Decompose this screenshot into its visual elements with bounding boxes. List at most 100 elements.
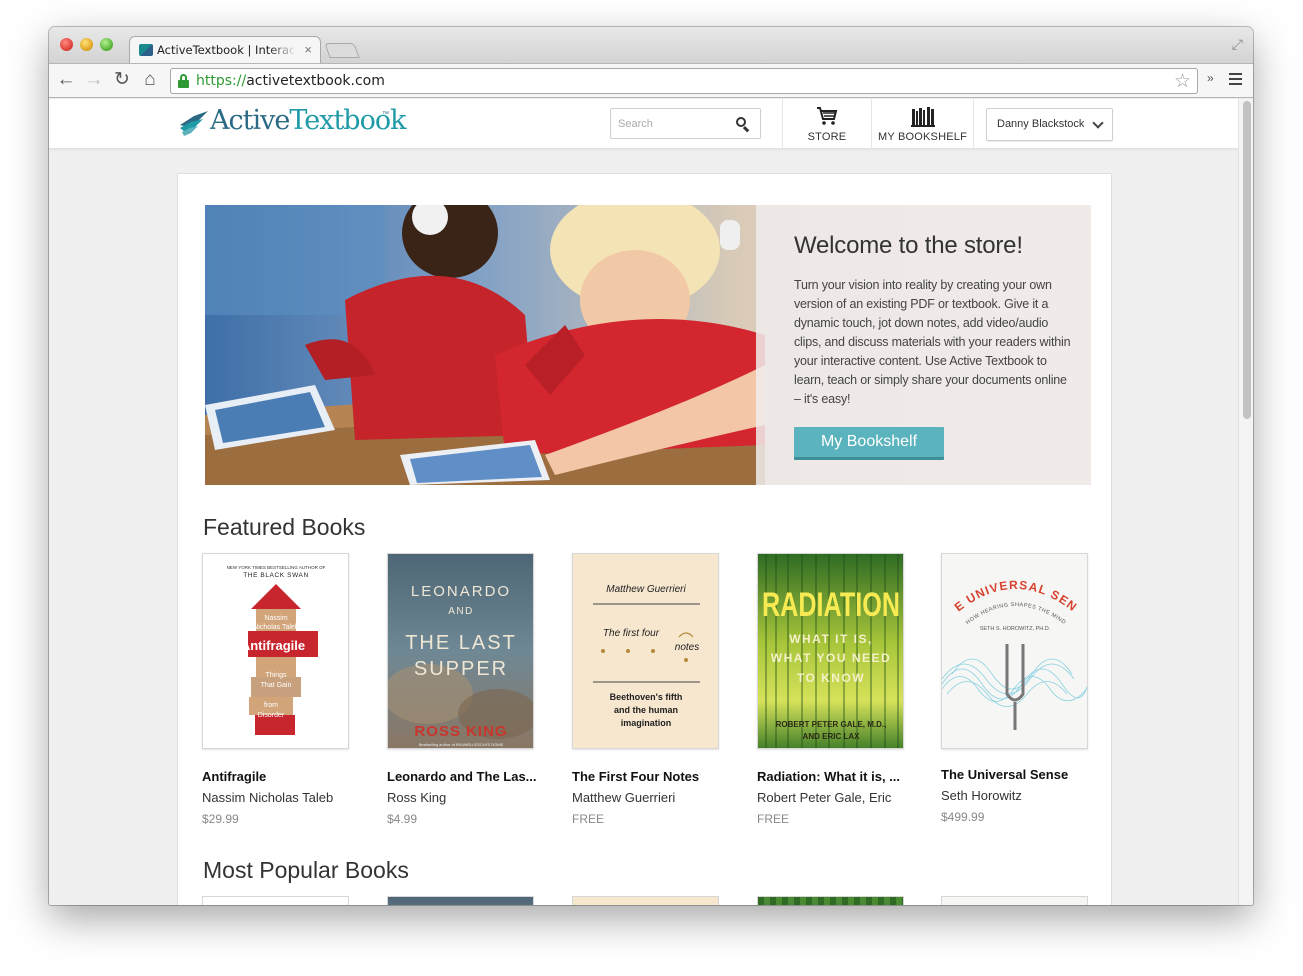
site-header: ActiveTextbook ™ STORE	[49, 99, 1238, 149]
book-author: Seth Horowitz	[941, 788, 1022, 803]
book-price: $29.99	[202, 812, 239, 826]
close-window-icon[interactable]	[60, 38, 73, 51]
browser-toolbar: ← → ↻ ⌂ https://activetextbook.com ☆ »	[49, 63, 1253, 98]
hero-text-panel: Welcome to the store! Turn your vision i…	[756, 205, 1091, 485]
minimize-window-icon[interactable]	[80, 38, 93, 51]
cover-text: LEONARDO	[411, 583, 511, 600]
cover-text: Beethoven's fifth	[610, 692, 683, 702]
user-dropdown[interactable]: Danny Blackstock	[986, 108, 1113, 141]
book-title[interactable]: Antifragile	[202, 769, 352, 784]
search-input[interactable]	[612, 110, 732, 137]
lock-icon	[178, 74, 189, 88]
url-text[interactable]: https://activetextbook.com	[196, 73, 385, 89]
zoom-window-icon[interactable]	[100, 38, 113, 51]
tab-title: ActiveTextbook | Interactive	[157, 43, 297, 57]
browser-menu-icon[interactable]	[1229, 73, 1242, 88]
logo-book-icon	[180, 111, 208, 136]
book-price: $499.99	[941, 810, 985, 824]
cover-text: ROSS KING	[414, 723, 507, 740]
forward-arrow-icon[interactable]: →	[83, 69, 105, 91]
logo-text: ActiveTextbook	[210, 105, 406, 136]
extensions-chevron-icon[interactable]: »	[1207, 71, 1214, 85]
nav-my-bookshelf[interactable]: MY BOOKSHELF	[871, 99, 974, 149]
cover-text: notes	[675, 642, 699, 653]
book-cover[interactable]: Matthew Guerrieri The first four notes B…	[572, 553, 719, 749]
search-box	[610, 108, 761, 139]
scrollbar-thumb[interactable]	[1243, 101, 1251, 419]
book-cover[interactable]: RADIATION WHAT IT IS, WHAT YOU NEED TO K…	[757, 553, 904, 749]
bookshelf-icon	[911, 107, 935, 127]
nav-store-label: STORE	[807, 131, 847, 143]
browser-titlebar: ActiveTextbook | Interactive × ⤢	[49, 27, 1253, 64]
cover-text: TO KNOW	[797, 671, 865, 685]
search-icon[interactable]	[736, 117, 750, 133]
cover-text: imagination	[621, 718, 672, 728]
cover-text: NEW YORK TIMES BESTSELLING AUTHOR OF	[227, 565, 326, 570]
cover-text: Antifragile	[241, 638, 305, 653]
cover-text: Things	[265, 672, 287, 679]
book-price: $4.99	[387, 812, 418, 826]
book-author: Robert Peter Gale, Eric	[757, 790, 892, 805]
book-title[interactable]: The Universal Sense	[941, 767, 1091, 782]
book-title[interactable]: The First Four Notes	[572, 769, 722, 784]
book-title[interactable]: Radiation: What it is, ...	[757, 769, 907, 784]
antifragile-cover-art: NEW YORK TIMES BESTSELLING AUTHOR OF THE…	[227, 565, 326, 735]
logo-trademark: ™	[382, 111, 389, 118]
address-bar[interactable]: https://activetextbook.com ☆	[170, 68, 1198, 94]
featured-books-heading: Featured Books	[203, 514, 366, 540]
my-bookshelf-button[interactable]: My Bookshelf	[794, 427, 944, 460]
book-cover[interactable]: THE UNIVERSAL SENSE HOW HEARING SHAPES T…	[941, 553, 1088, 749]
cover-text: AND ERIC LAX	[803, 732, 861, 741]
cover-text: and the human	[614, 705, 678, 715]
leonardo-cover-art: LEONARDO AND THE LAST SUPPER ROSS KING B…	[388, 554, 533, 748]
popular-book-cover[interactable]	[572, 896, 719, 905]
nav-store[interactable]: STORE	[782, 99, 871, 149]
fullscreen-icon[interactable]: ⤢	[1232, 36, 1243, 53]
page-scrollbar[interactable]	[1238, 99, 1253, 905]
book-cover[interactable]: NEW YORK TIMES BESTSELLING AUTHOR OF THE…	[202, 553, 349, 749]
store-content: Welcome to the store! Turn your vision i…	[177, 173, 1112, 905]
hero-banner: Welcome to the store! Turn your vision i…	[205, 205, 1091, 485]
browser-window: ActiveTextbook | Interactive × ⤢ ← → ↻ ⌂…	[49, 27, 1253, 905]
cover-text: THE LAST	[405, 632, 517, 654]
book-price: FREE	[757, 812, 790, 826]
popular-book-cover[interactable]	[387, 896, 534, 905]
first-four-notes-cover-art: Matthew Guerrieri The first four notes B…	[573, 554, 718, 748]
cover-text: The first four	[603, 628, 660, 639]
book-author: Nassim Nicholas Taleb	[202, 790, 334, 805]
book-price: FREE	[572, 812, 605, 826]
browser-tab[interactable]: ActiveTextbook | Interactive ×	[129, 36, 321, 64]
nav-bookshelf-label: MY BOOKSHELF	[878, 131, 967, 143]
cover-text: Disorder	[258, 712, 285, 719]
cover-text: Nassim	[264, 615, 288, 622]
cover-text: WHAT YOU NEED	[771, 651, 891, 665]
radiation-cover-art: RADIATION WHAT IT IS, WHAT YOU NEED TO K…	[758, 554, 903, 748]
book-cover[interactable]: LEONARDO AND THE LAST SUPPER ROSS KING B…	[387, 553, 534, 749]
back-arrow-icon[interactable]: ←	[55, 69, 77, 91]
cover-text: Nicholas Taleb	[253, 624, 299, 631]
favicon-icon	[139, 44, 153, 56]
cover-text: Matthew Guerrieri	[606, 584, 686, 595]
cover-text: from	[264, 702, 278, 709]
popular-book-cover[interactable]	[202, 896, 349, 905]
chevron-down-icon	[1092, 117, 1104, 129]
book-title[interactable]: Leonardo and The Las...	[387, 769, 537, 784]
bookmark-star-icon[interactable]: ☆	[1174, 70, 1191, 93]
cover-text: ROBERT PETER GALE, M.D.,	[776, 720, 887, 729]
new-tab-button[interactable]	[324, 43, 360, 58]
cover-text: Bestselling author of BRUNELLESCHI'S DOM…	[419, 742, 504, 747]
universal-sense-cover-art: THE UNIVERSAL SENSE HOW HEARING SHAPES T…	[942, 554, 1087, 748]
cover-text: WHAT IT IS,	[789, 632, 873, 646]
tab-close-icon[interactable]: ×	[304, 42, 312, 57]
hero-title: Welcome to the store!	[794, 232, 1023, 259]
most-popular-books-heading: Most Popular Books	[203, 857, 409, 883]
cover-text: SUPPER	[414, 658, 508, 680]
home-icon[interactable]: ⌂	[139, 69, 161, 91]
book-author: Ross King	[387, 790, 447, 805]
popular-book-cover[interactable]	[757, 896, 904, 905]
book-author: Matthew Guerrieri	[572, 790, 676, 805]
cover-text: THE BLACK SWAN	[243, 572, 309, 579]
popular-book-cover[interactable]	[941, 896, 1088, 905]
cover-text: RADIATION	[762, 586, 900, 624]
reload-icon[interactable]: ↻	[111, 69, 133, 91]
